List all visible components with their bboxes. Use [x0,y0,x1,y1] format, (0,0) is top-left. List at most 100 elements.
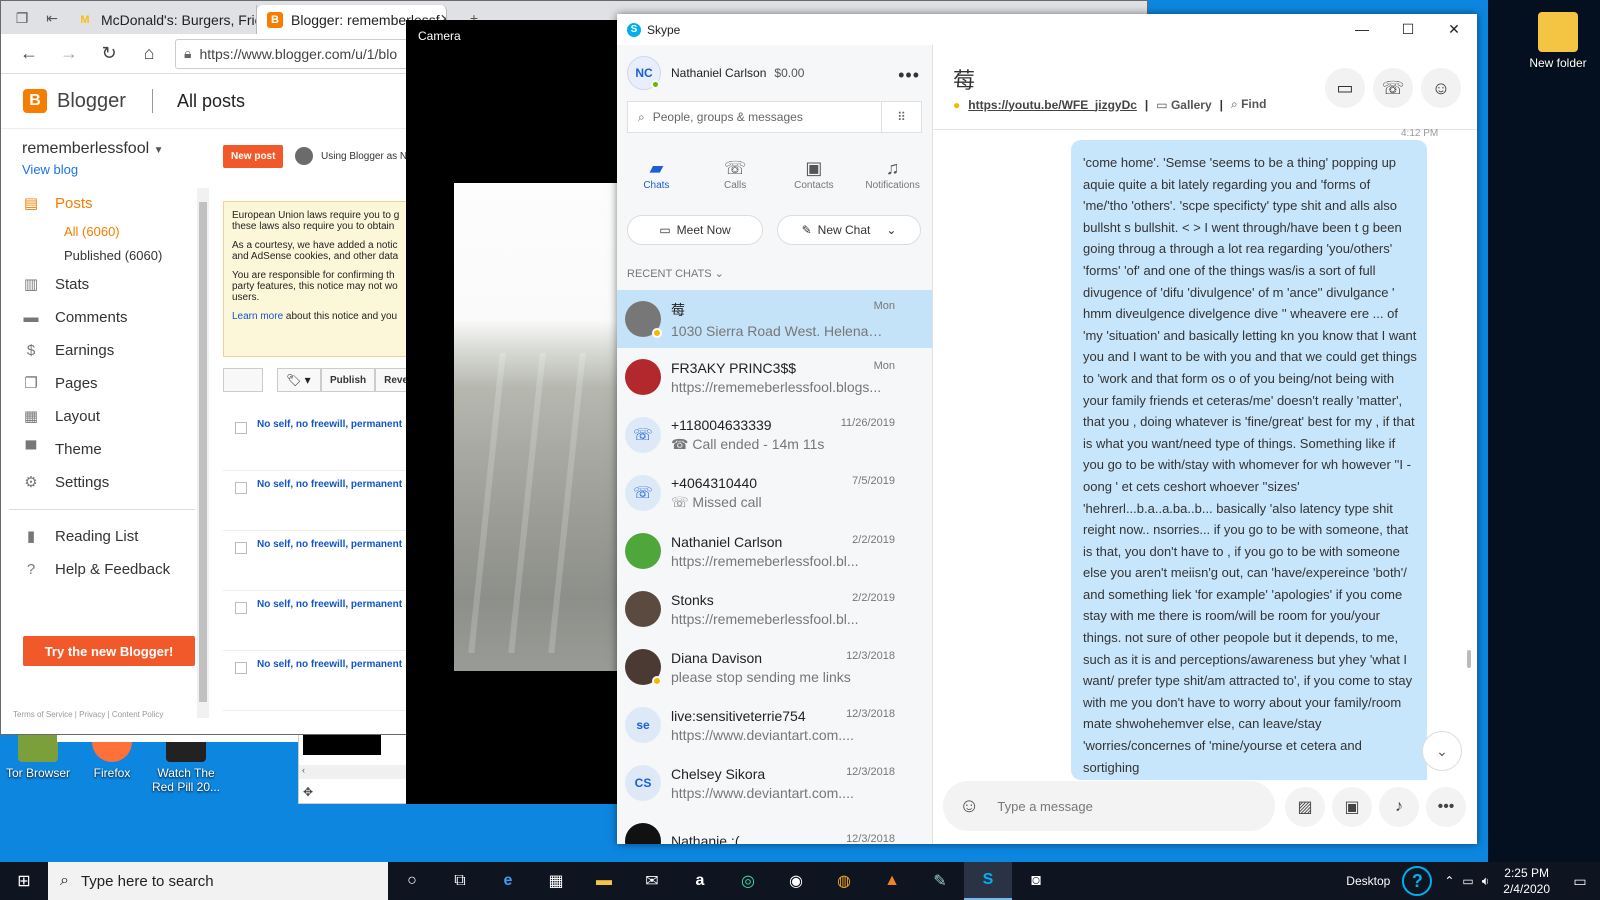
chat-list-item[interactable]: Nathaniel Carlson 2/2/2019 https://rememeb… [617,522,932,580]
network-icon[interactable]: ▭ [1462,874,1473,888]
tab-calls[interactable]: ☏ Calls [700,156,770,191]
chat-list-item[interactable]: Diana Davison 12/3/2018 please stop sendin… [617,638,932,696]
pinned-link[interactable]: https://youtu.be/WFE_jizgyDc [968,98,1137,112]
tab-actions-icon[interactable]: ❐ [9,5,35,31]
forward-icon[interactable]: → [49,43,89,64]
message-bubble[interactable]: 'come home'. 'Semse 'seems to be a thing… [1071,140,1427,780]
conversation-title[interactable]: 莓 [953,63,975,95]
pin-icon[interactable]: ✥ [303,785,313,799]
new-chat-button[interactable]: ✎ New Chat ⌄ [777,215,921,245]
post-checkbox[interactable] [235,542,247,554]
blogger-logo-icon[interactable]: B [23,89,47,113]
tab-contacts[interactable]: ▣ Contacts [779,156,849,191]
sidebar-sub-published[interactable]: Published (6060) [9,244,195,268]
task-view-icon[interactable]: ⧉ [436,862,484,900]
skype-profile[interactable]: NC Nathaniel Carlson $0.00 ••• [617,45,932,101]
desktop-toolbar[interactable]: Desktop [1346,874,1390,888]
post-title[interactable]: No self, no freewill, permanent [257,599,402,610]
post-checkbox[interactable] [235,602,247,614]
post-row[interactable]: No self, no freewill, permanent [223,411,413,471]
contact-card-button[interactable]: ▣ [1332,787,1372,827]
skype-credit-balance[interactable]: $0.00 [774,66,804,80]
vlc-icon[interactable]: ▲ [868,862,916,900]
chat-list-item[interactable]: ☏ +4064310440 7/5/2019 ☏ Missed call [617,464,932,522]
add-people-button[interactable]: ☺ [1421,68,1461,108]
tab-notifications[interactable]: ♫ Notifications [858,156,928,191]
skype-taskbar-icon[interactable]: S [964,862,1012,900]
close-icon[interactable]: ✕ [1431,14,1477,44]
post-row[interactable]: No self, no freewill, permanent [223,651,413,711]
desktop-icon-new-folder[interactable]: New folder [1520,12,1596,70]
publish-button[interactable]: Publish [321,368,376,392]
post-row[interactable]: No self, no freewill, permanent [223,531,413,591]
blog-selector[interactable]: rememberlessfool ▼ [9,130,195,162]
sidebar-item-layout[interactable]: ▦ Layout [9,400,195,433]
refresh-icon[interactable]: ↻ [89,43,129,64]
help-icon[interactable]: ? [1402,866,1433,896]
media-player-icon[interactable]: ◉ [772,862,820,900]
post-title[interactable]: No self, no freewill, permanent [257,419,402,430]
message-composer[interactable]: ☺ Type a message [943,781,1275,831]
sidebar-item-earnings[interactable]: $ Earnings [9,334,195,367]
maximize-icon[interactable]: ☐ [1385,14,1431,44]
skype-search[interactable]: ⌕ People, groups & messages ⠿ [627,101,922,133]
media-button[interactable]: ▨ [1285,787,1325,827]
scroll-to-bottom-button[interactable]: ⌄ [1422,731,1462,771]
post-title[interactable]: No self, no freewill, permanent [257,659,402,670]
paint-icon[interactable]: ✎ [916,862,964,900]
notifications-icon[interactable]: ▭ [1560,873,1600,890]
sidebar-item-stats[interactable]: ▥ Stats [9,268,195,301]
tab-chats[interactable]: ▰ Chats [621,156,691,191]
try-new-blogger-button[interactable]: Try the new Blogger! [23,636,195,666]
meet-now-button[interactable]: ▭ Meet Now [627,215,763,245]
tab-mcdonalds[interactable]: M McDonald's: Burgers, Fries & [67,5,257,34]
sidebar-item-reading-list[interactable]: ▮ Reading List [9,520,195,553]
scrollbar-thumb[interactable] [199,202,207,702]
windows-start-icon[interactable]: ⊞ [0,862,48,900]
voice-message-button[interactable]: ♪ [1379,787,1419,827]
color-app-icon[interactable]: ◍ [820,862,868,900]
chat-list-item[interactable]: CS Chelsey Sikora 12/3/2018 https://www.de… [617,754,932,812]
camera-app-icon[interactable]: ◙ [1012,862,1060,900]
set-aside-tabs-icon[interactable]: ⇤ [39,5,65,31]
view-blog-link[interactable]: View blog [9,162,195,187]
sidebar-item-pages[interactable]: ❐ Pages [9,367,195,400]
post-checkbox[interactable] [235,662,247,674]
blogger-brand[interactable]: Blogger [57,90,126,113]
chat-list-item[interactable]: se live:sensitiveterrie754 12/3/2018 https… [617,696,932,754]
sidebar-item-comments[interactable]: ▬ Comments [9,301,195,334]
sidebar-scrollbar[interactable] [197,188,209,718]
sidebar-item-help[interactable]: ? Help & Feedback [9,553,195,586]
recent-chats-header[interactable]: RECENT CHATS ⌄ [617,253,932,290]
label-dropdown[interactable]: 🏷︎ ▾ [277,368,321,392]
post-checkbox[interactable] [235,422,247,434]
back-icon[interactable]: ← [9,43,49,64]
tripadvisor-icon[interactable]: ◎ [724,862,772,900]
emoji-icon[interactable]: ☺ [959,795,979,818]
post-row[interactable]: No self, no freewill, permanent [223,471,413,531]
sidebar-item-theme[interactable]: ▀ Theme [9,433,195,466]
file-explorer-icon[interactable]: ▬ [580,862,628,900]
more-actions-button[interactable]: ••• [1426,787,1466,827]
post-row[interactable]: No self, no freewill, permanent [223,591,413,651]
avatar[interactable] [295,147,313,165]
chat-list-item[interactable]: Stonks 2/2/2019 https://rememeberlessfool.… [617,580,932,638]
home-icon[interactable]: ⌂ [129,43,169,64]
edge-icon[interactable]: e [484,862,532,900]
chat-list-item[interactable]: 莓 Mon 1030 Sierra Road West. Helena, ... [617,290,932,348]
learn-more-link[interactable]: Learn more [232,311,283,322]
sidebar-sub-all-posts[interactable]: All (6060) [9,220,195,244]
clock[interactable]: 2:25 PM 2/4/2020 [1503,865,1550,897]
sidebar-item-posts[interactable]: ▤ Posts [9,187,195,220]
conversation-scrollbar[interactable] [1467,650,1471,668]
chat-list-item[interactable]: ☏ +118004633339 11/26/2019 ☎ Call ended - … [617,406,932,464]
video-call-button[interactable]: ▭ [1325,68,1365,108]
dialpad-icon[interactable]: ⠿ [881,102,921,132]
audio-call-button[interactable]: ☏ [1373,68,1413,108]
find-button[interactable]: ⌕ Find [1231,97,1266,112]
chat-list-item[interactable]: Nathanie :(12/3/2018 [617,812,932,844]
volume-icon[interactable]: 🔉︎ [1482,874,1490,889]
more-options-icon[interactable]: ••• [898,65,920,86]
store-icon[interactable]: ▦ [532,862,580,900]
chat-list-item[interactable]: FR3AKY PRINC3$$ Mon https://rememeberlessf… [617,348,932,406]
